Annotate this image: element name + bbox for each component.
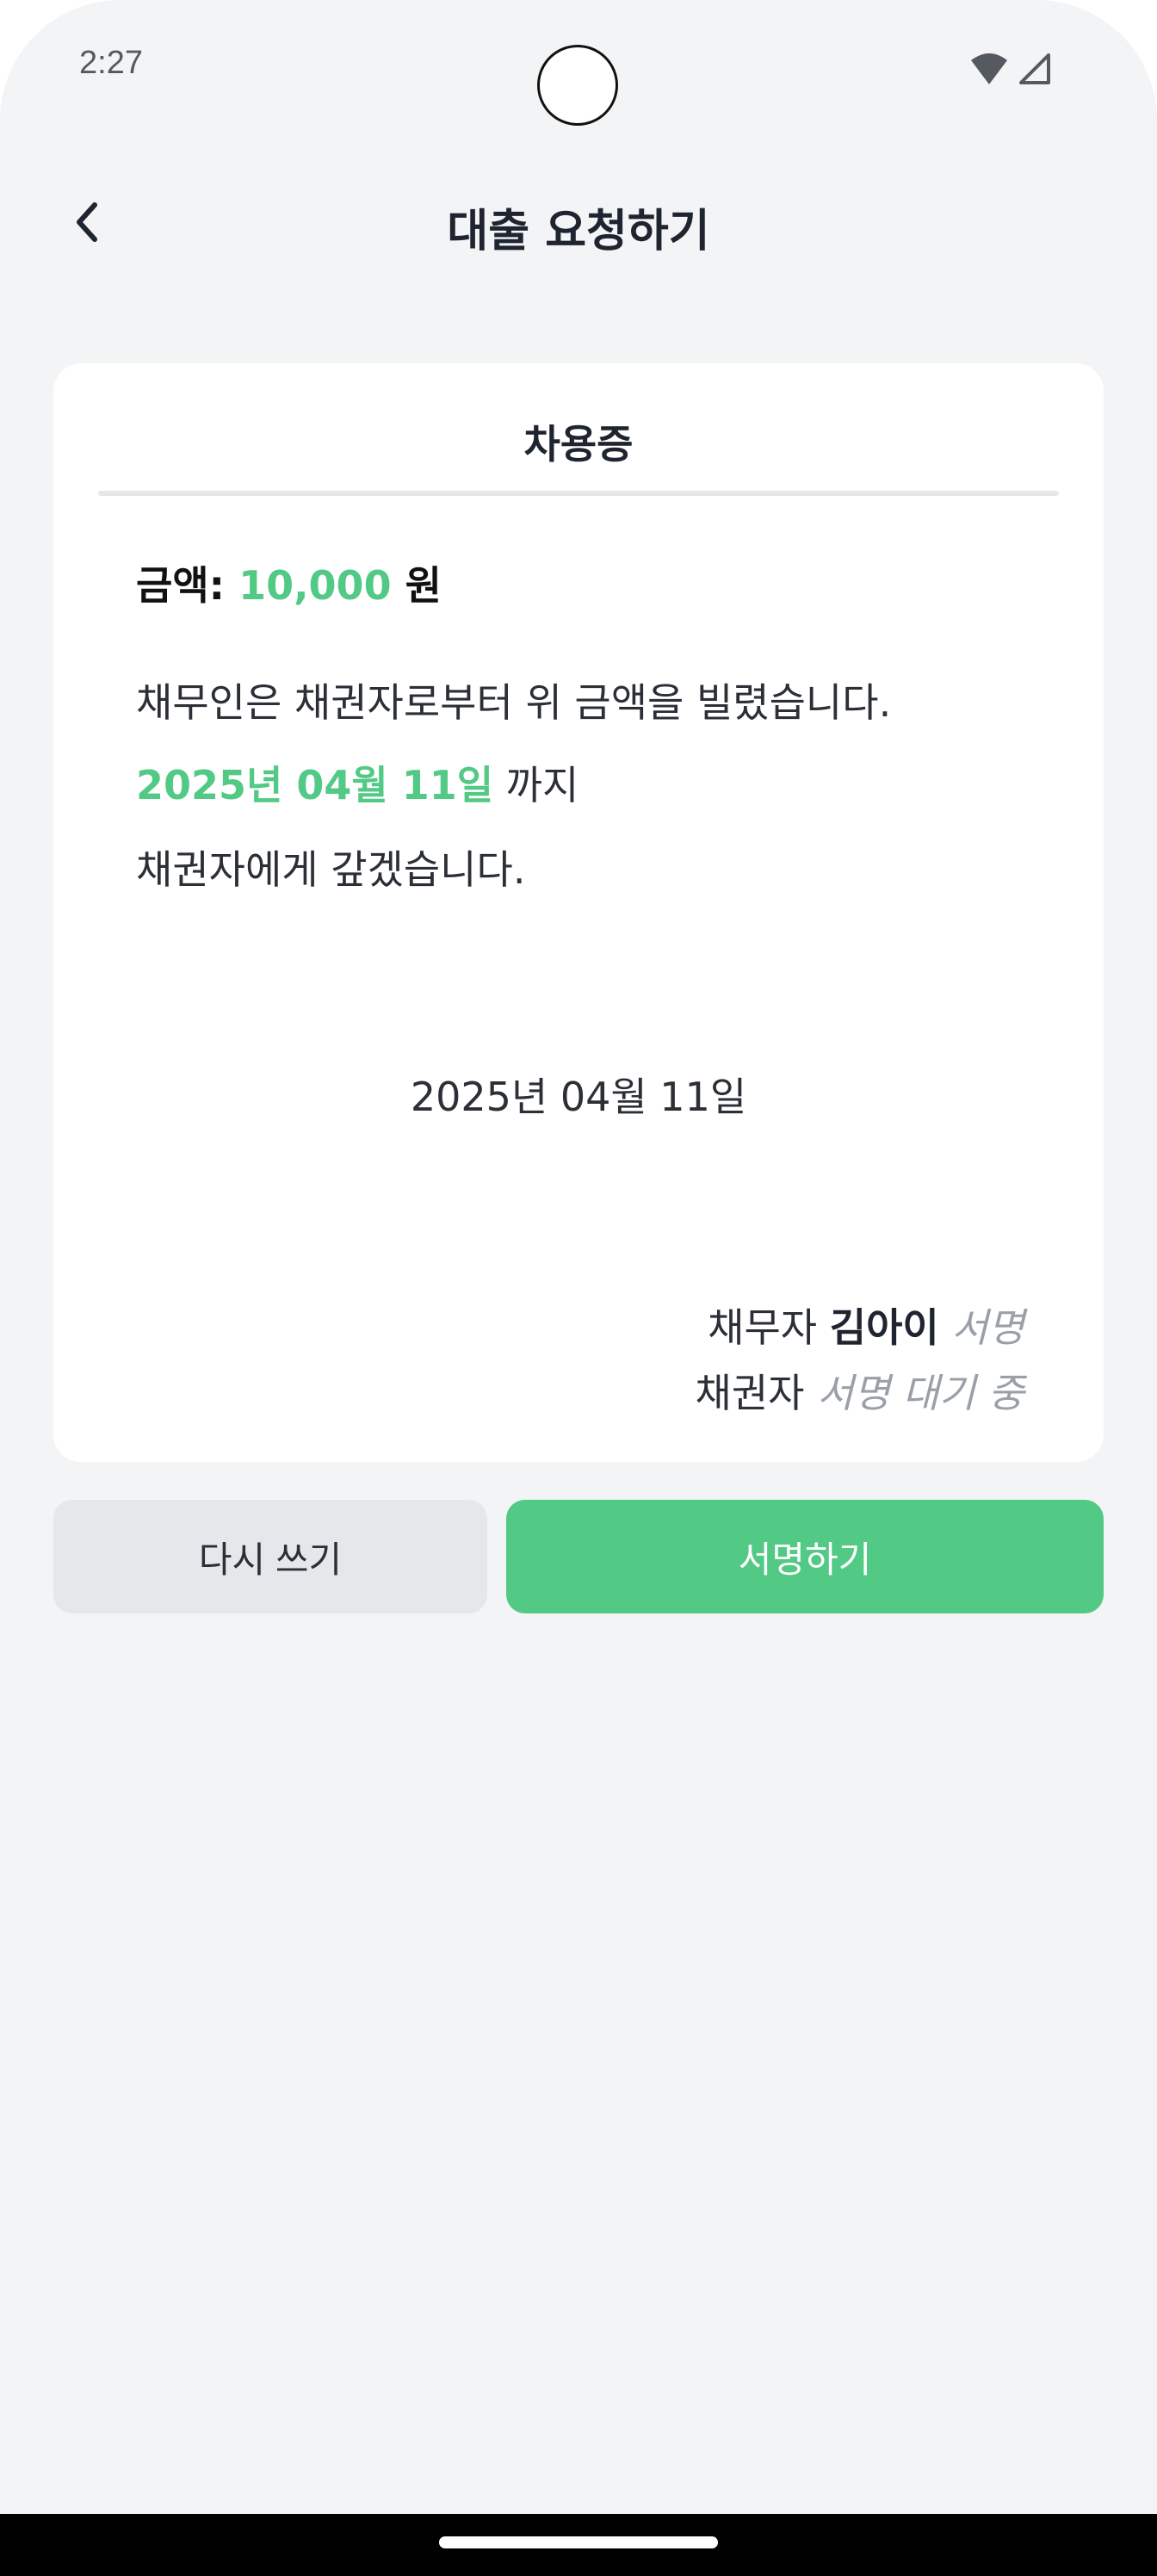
card-title: 차용증 <box>523 421 634 468</box>
debtor-sign-hint[interactable]: 서명 <box>951 1304 1024 1351</box>
debtor-label: 채무자 <box>708 1304 818 1351</box>
app-bar: 대출 요청하기 <box>0 172 1157 276</box>
creditor-status: 서명 대기 중 <box>817 1370 1024 1416</box>
debtor-signature-row: 채무자 김아이 서명 <box>708 1297 1024 1353</box>
amount-unit: 원 <box>405 562 442 609</box>
divider <box>98 491 1059 496</box>
statement-line-2: 2025년 04월 11일 까지 <box>136 754 578 811</box>
amount-value: 10,000 <box>238 562 392 609</box>
status-bar: 2:27 <box>0 0 1157 138</box>
iou-card: 차용증 금액: 10,000 원 채무인은 채권자로부터 위 금액을 빌렸습니다… <box>53 363 1104 1462</box>
statement-line-1: 채무인은 채권자로부터 위 금액을 빌렸습니다. <box>136 679 892 726</box>
status-icons <box>969 52 1052 90</box>
page-title: 대출 요청하기 <box>447 206 710 257</box>
sign-button[interactable]: 서명하기 <box>506 1500 1104 1613</box>
phone-screen: 2:27 대출 요청하기 차용증 금액: 10,000 원 채무인은 채권자로부… <box>0 0 1157 2576</box>
debtor-name: 김아이 <box>829 1304 939 1351</box>
rewrite-button[interactable]: 다시 쓰기 <box>53 1500 487 1613</box>
cellular-signal-icon <box>1018 52 1052 90</box>
statement-line-3: 채권자에게 갚겠습니다. <box>136 846 526 893</box>
amount-label: 금액: <box>136 562 226 609</box>
creditor-label: 채권자 <box>695 1370 805 1416</box>
due-suffix: 까지 <box>505 762 579 808</box>
status-time: 2:27 <box>79 45 143 81</box>
home-indicator[interactable] <box>439 2536 718 2548</box>
due-date: 2025년 04월 11일 <box>136 762 494 808</box>
camera-cutout <box>537 45 618 126</box>
creditor-signature-row: 채권자 서명 대기 중 <box>696 1362 1024 1419</box>
amount-row: 금액: 10,000 원 <box>136 554 442 611</box>
issue-date: 2025년 04월 11일 <box>410 1074 747 1120</box>
wifi-icon <box>969 52 1009 90</box>
